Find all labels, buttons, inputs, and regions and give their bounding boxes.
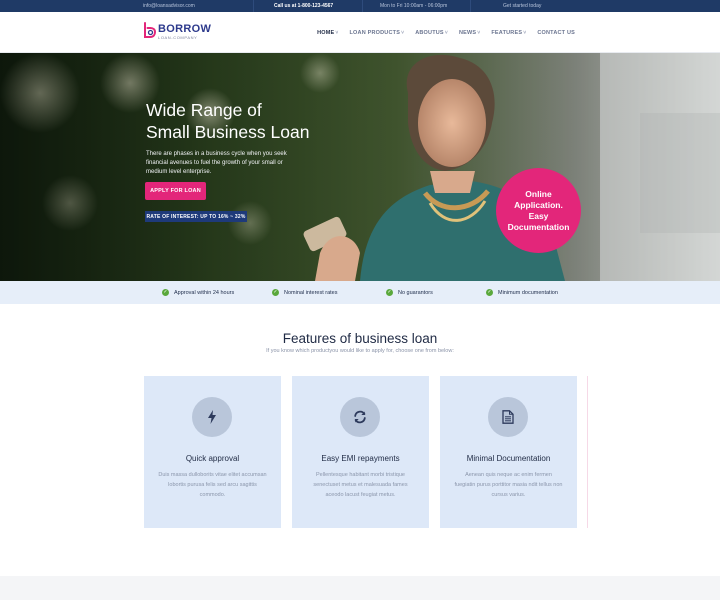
decorative-divider [587, 376, 588, 528]
card-text: Pellentesque habitant morbi tristique se… [313, 472, 408, 498]
benefit-item: ✓ Approval within 24 hours [162, 281, 234, 304]
hero-background-image [0, 53, 720, 281]
card-title: Minimal Documentation [466, 454, 551, 463]
topbar-divider [362, 0, 363, 12]
footer-band [0, 576, 720, 600]
chevron-down-icon: ˅ [444, 29, 448, 36]
top-info-bar: info@loansadvisor.com Call us at 1-800-1… [0, 0, 720, 12]
nav-item-label: FEATURES [491, 29, 523, 36]
document-icon-glyph [502, 410, 514, 424]
features-title: Features of business loan [282, 331, 438, 346]
logo-subtitle: LOAN-COMPANY [158, 35, 198, 40]
benefit-label: Approval within 24 hours [174, 289, 235, 296]
nav-item-home[interactable]: HOME ˅ [317, 30, 338, 36]
check-icon: ✓ [272, 289, 279, 296]
nav-item-label: ABOUTUS [415, 29, 444, 36]
topbar-phone[interactable]: Call us at 1-800-123-4567 [274, 0, 333, 12]
interest-rate-badge: RATE OF INTEREST: UP TO 16% ~ 32% [145, 211, 247, 222]
feature-card-quick-approval[interactable]: Quick approval Duis massa dulloborits vi… [144, 376, 281, 528]
logo-title: BORROW [158, 23, 212, 35]
online-badge-line: Easy [528, 210, 549, 221]
nav-item-contact-us[interactable]: CONTACT US [537, 30, 575, 36]
nav-item-about-us[interactable]: ABOUTUS ˅ [415, 30, 448, 36]
card-text: Duis massa dulloborits vitae elitet accu… [158, 472, 267, 498]
chevron-down-icon: ˅ [523, 29, 527, 36]
nav-item-features[interactable]: FEATURES ˅ [491, 30, 526, 36]
benefit-item: ✓ Nominal interest rates [272, 281, 338, 304]
feature-card-minimal-documentation[interactable]: Minimal Documentation Aenean quis neque … [440, 376, 577, 528]
chevron-down-icon: ˅ [477, 29, 481, 36]
card-title: Easy EMI repayments [321, 454, 400, 463]
topbar-divider [253, 0, 254, 12]
online-badge-line: Application. [514, 199, 563, 210]
card-title: Quick approval [185, 454, 240, 463]
nav-item-news[interactable]: NEWS ˅ [459, 30, 480, 36]
feature-card-easy-emi[interactable]: Easy EMI repayments Pellentesque habitan… [292, 376, 429, 528]
hero-title: Wide Range of Small Business Loan [146, 99, 336, 143]
chevron-down-icon: ˅ [335, 29, 339, 36]
nav-item-label: LOAN PRODUCTS [349, 29, 401, 36]
chevron-down-icon: ˅ [401, 29, 405, 36]
refresh-icon-glyph [354, 410, 366, 424]
refresh-icon [340, 397, 380, 437]
page: info@loansadvisor.com Call us at 1-800-1… [0, 0, 720, 600]
document-icon [488, 397, 528, 437]
site-header: BORROW LOAN-COMPANY HOME ˅ LOAN PRODUCTS ˅… [0, 12, 720, 53]
online-badge-line: Online [525, 188, 552, 199]
features-subtitle: If you know which productyou would like … [266, 348, 454, 354]
nav-item-label: CONTACT US [537, 29, 575, 36]
nav-item-label: HOME [317, 29, 335, 36]
hero-banner: Wide Range of Small Business Loan There … [0, 53, 720, 281]
check-icon: ✓ [162, 289, 169, 296]
nav-item-label: NEWS [458, 29, 477, 36]
hero-description: There are phases in a business cycle whe… [146, 151, 287, 175]
online-badge-line: Documentation [507, 221, 570, 232]
hero-title-line: Small Business Loan [146, 122, 310, 142]
logo-b-icon [144, 22, 156, 38]
topbar-hours: Mon to Fri 10:00am - 06:00pm [380, 3, 448, 9]
main-nav: HOME ˅ LOAN PRODUCTS ˅ ABOUTUS ˅ NEWS ˅ FEAT… [317, 12, 575, 53]
nav-item-loan-products[interactable]: LOAN PRODUCTS ˅ [350, 30, 405, 36]
check-icon: ✓ [486, 289, 493, 296]
benefit-item: ✓ Minimum documentation [486, 281, 558, 304]
benefit-label: Minimum documentation [498, 289, 558, 296]
benefit-label: Nominal interest rates [284, 289, 338, 296]
apply-for-loan-button[interactable]: APPLY FOR LOAN [145, 182, 206, 200]
benefits-strip: ✓ Approval within 24 hours ✓ Nominal int… [0, 281, 720, 304]
card-text: Aenean quis neque ac enim fermen fuegiat… [454, 472, 563, 498]
check-icon: ✓ [386, 289, 393, 296]
topbar-divider [470, 0, 471, 12]
features-section: Features of business loan If you know wh… [0, 304, 720, 576]
bolt-icon [192, 397, 232, 437]
bolt-icon-glyph [208, 410, 216, 424]
topbar-email[interactable]: info@loansadvisor.com [143, 0, 195, 12]
benefit-label: No guarantors [398, 289, 433, 296]
benefit-item: ✓ No guarantors [386, 281, 433, 304]
hero-title-line: Wide Range of [146, 100, 262, 120]
topbar-get-started-link[interactable]: Get started today [503, 0, 541, 12]
online-application-badge[interactable]: Online Application. Easy Documentation [496, 168, 581, 253]
